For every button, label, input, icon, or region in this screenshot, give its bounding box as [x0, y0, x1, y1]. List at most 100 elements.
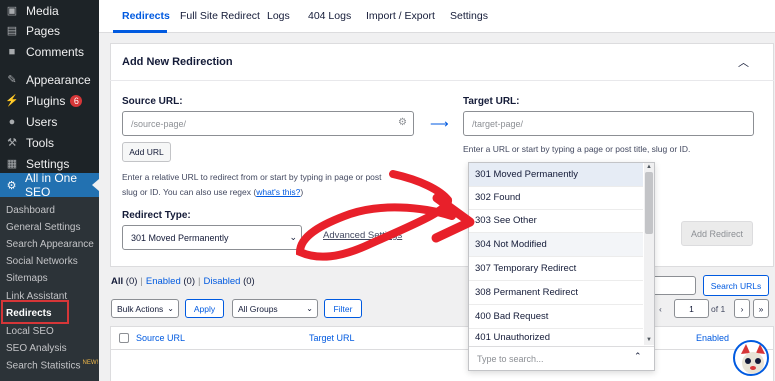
dropdown-option[interactable]: 401 Unauthorized [469, 329, 643, 346]
source-url-help: Enter a relative URL to redirect from or… [122, 170, 422, 200]
dropdown-search-input[interactable]: Type to search... [469, 346, 654, 370]
scroll-up-arrow-icon[interactable]: ▲ [646, 164, 652, 170]
sidebar-item-media[interactable]: ▣ Media [0, 0, 99, 21]
chevron-down-icon: ⌄ [289, 232, 297, 242]
submenu-item-seo-analysis[interactable]: SEO Analysis [6, 343, 67, 354]
aioseo-icon: ⚙ [6, 179, 17, 192]
card-title: Add New Redirection [122, 56, 233, 68]
sidebar-item-label: Comments [26, 44, 85, 59]
source-url-placeholder: /source-page/ [131, 118, 187, 129]
page-count: of 1 [711, 304, 726, 314]
source-help-line2: slug or ID. You can also use regex (what… [122, 185, 422, 200]
source-help-close: ) [300, 187, 304, 197]
sidebar-item-label: Plugins [26, 93, 66, 108]
submenu-item-label: Search Statistics [6, 360, 81, 372]
bulk-actions-select[interactable]: Bulk Actions ⌄ [111, 299, 179, 318]
redirects-highlight-box [1, 300, 69, 324]
page-number-input[interactable]: 1 [674, 299, 709, 318]
dropdown-search-placeholder: Type to search... [477, 353, 544, 364]
filter-all[interactable]: All (0) [111, 276, 137, 287]
column-enabled[interactable]: Enabled [696, 333, 729, 343]
sidebar-item-label: Pages [26, 23, 61, 38]
all-groups-value: All Groups [238, 303, 278, 314]
filter-all-count: (0) [125, 276, 138, 287]
column-source-url[interactable]: Source URL [136, 333, 185, 343]
sidebar-item-pages[interactable]: ▤ Pages [0, 20, 99, 41]
aioseo-mascot-icon[interactable] [733, 340, 769, 376]
double-chevron-right-icon: » [758, 303, 764, 314]
dropdown-option[interactable]: 307 Temporary Redirect [469, 257, 643, 281]
last-page-button[interactable]: » [753, 299, 769, 318]
sidebar-item-label: Tools [26, 135, 55, 150]
tab-logs[interactable]: Logs [267, 10, 290, 22]
redirect-type-select[interactable]: 301 Moved Permanently ⌄ [122, 225, 302, 250]
dropdown-option[interactable]: 302 Found [469, 186, 643, 210]
dropdown-option[interactable]: 400 Bad Request [469, 305, 643, 329]
filter-disabled-count: (0) [243, 276, 255, 287]
source-url-input[interactable]: /source-page/ [122, 111, 414, 136]
filter-enabled-label: Enabled [145, 276, 181, 287]
sidebar-item-plugins[interactable]: ⚡ Plugins 6 [0, 90, 99, 111]
tab-full-site-redirect[interactable]: Full Site Redirect [180, 10, 260, 22]
active-tab-indicator [113, 30, 167, 33]
tab-404-logs[interactable]: 404 Logs [308, 10, 351, 22]
submenu-item-search-appearance[interactable]: Search Appearance [6, 239, 94, 250]
plugins-icon: ⚡ [5, 95, 19, 107]
select-all-checkbox[interactable] [119, 333, 129, 343]
gear-icon[interactable]: ⚙ [398, 117, 407, 128]
sidebar-item-tools[interactable]: ⚒ Tools [0, 132, 99, 153]
bulk-actions-value: Bulk Actions [117, 303, 164, 314]
sidebar-item-appearance[interactable]: ✎ Appearance [0, 69, 99, 90]
target-url-input[interactable]: /target-page/ [463, 111, 754, 136]
submenu-item-sitemaps[interactable]: Sitemaps [6, 273, 48, 284]
tab-settings[interactable]: Settings [450, 10, 488, 22]
submenu-item-dashboard[interactable]: Dashboard [6, 205, 55, 216]
filter-enabled[interactable]: Enabled (0) [146, 276, 195, 287]
sidebar-item-label: Appearance [26, 72, 91, 87]
plugins-update-badge: 6 [70, 94, 83, 107]
search-urls-input[interactable] [652, 276, 696, 295]
submenu-item-search-statistics[interactable]: Search Statistics NEW! [6, 360, 98, 371]
dropdown-option[interactable]: 303 See Other [469, 209, 643, 233]
sidebar-item-users[interactable]: ● Users [0, 111, 99, 132]
card-divider [110, 80, 774, 81]
filter-disabled-label: Disabled [203, 276, 241, 287]
dropdown-option[interactable]: 308 Permanent Redirect [469, 281, 643, 305]
comments-icon: ■ [8, 45, 16, 58]
dropdown-scroll-thumb[interactable] [645, 172, 653, 234]
filter-button[interactable]: Filter [324, 299, 362, 318]
pager-prev-icon[interactable]: ‹ [659, 304, 662, 314]
sidebar-item-label: Media [26, 3, 59, 18]
chevron-down-icon: ⌄ [167, 304, 174, 313]
search-urls-button[interactable]: Search URLs [703, 275, 769, 296]
tools-icon: ⚒ [7, 137, 17, 149]
new-badge: NEW! [82, 360, 99, 366]
collapse-chevron-icon[interactable]: ︿ [738, 54, 749, 70]
submenu-item-general-settings[interactable]: General Settings [6, 222, 81, 233]
dropdown-option[interactable]: 304 Not Modified [469, 233, 643, 257]
all-groups-select[interactable]: All Groups ⌄ [232, 299, 318, 318]
scroll-down-arrow-icon[interactable]: ▼ [646, 337, 652, 343]
add-redirect-button[interactable]: Add Redirect [681, 221, 753, 246]
apply-button[interactable]: Apply [185, 299, 224, 318]
chevron-up-icon[interactable]: ⌃ [634, 351, 642, 362]
dropdown-option[interactable]: 301 Moved Permanently [469, 163, 643, 187]
tab-import-export[interactable]: Import / Export [366, 10, 435, 22]
next-page-button[interactable]: › [734, 299, 750, 318]
tab-redirects[interactable]: Redirects [122, 10, 170, 22]
whats-this-link[interactable]: what's this? [256, 187, 300, 197]
submenu-item-social-networks[interactable]: Social Networks [6, 256, 78, 267]
add-url-button[interactable]: Add URL [122, 142, 171, 162]
advanced-settings-link[interactable]: Advanced Settings [323, 230, 402, 241]
status-filters: All (0) | Enabled (0) | Disabled (0) [111, 276, 255, 287]
sidebar-item-all-in-one-seo[interactable]: ⚙ All in One SEO [0, 171, 99, 199]
source-help-line1: Enter a relative URL to redirect from or… [122, 172, 382, 182]
filter-enabled-count: (0) [183, 276, 196, 287]
submenu-item-local-seo[interactable]: Local SEO [6, 326, 54, 337]
separator: | [140, 276, 143, 287]
sidebar-item-label: Users [26, 114, 58, 129]
column-target-url[interactable]: Target URL [309, 333, 355, 343]
sidebar-item-comments[interactable]: ■ Comments [0, 41, 99, 62]
chevron-down-icon: ⌄ [306, 304, 313, 313]
filter-disabled[interactable]: Disabled (0) [203, 276, 254, 287]
